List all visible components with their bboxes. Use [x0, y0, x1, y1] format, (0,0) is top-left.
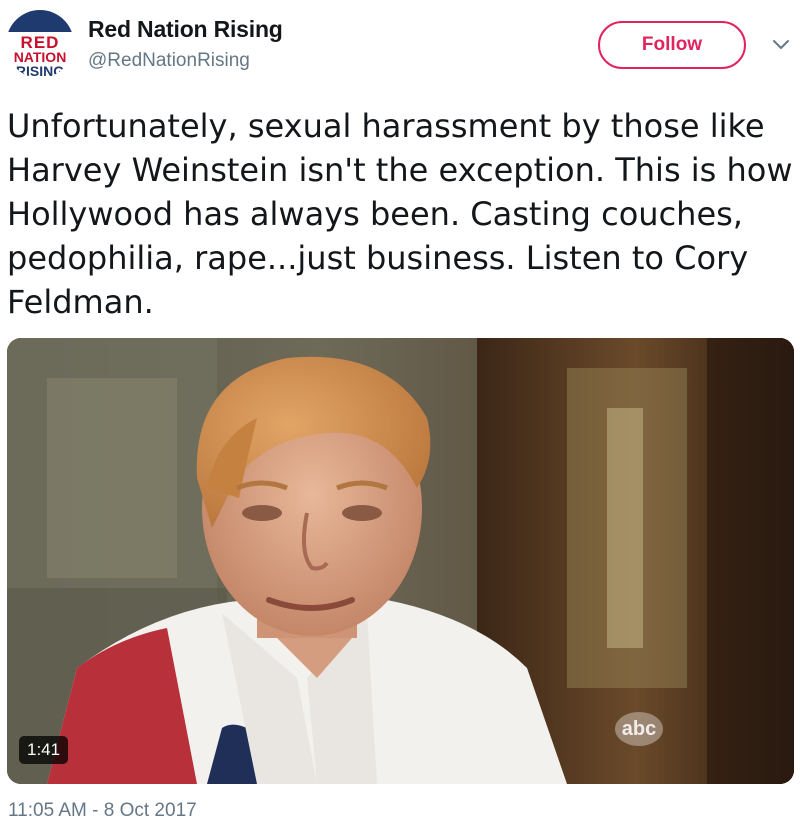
display-name[interactable]: Red Nation Rising [88, 16, 283, 43]
chevron-down-icon[interactable] [770, 34, 792, 56]
tweet-card: RED NATION RISING Red Nation Rising @Red… [0, 0, 800, 840]
abc-watermark: abc [615, 712, 663, 746]
avatar-text-rising: RISING [16, 63, 64, 78]
avatar-logo: RED NATION RISING [6, 10, 74, 78]
user-handle[interactable]: @RedNationRising [88, 50, 250, 72]
tweet-text: Unfortunately, sexual harassment by thos… [7, 107, 793, 321]
video-duration-badge: 1:41 [19, 736, 69, 764]
avatar[interactable]: RED NATION RISING [6, 10, 74, 78]
video-player[interactable]: abc 1:41 [7, 338, 794, 784]
follow-button[interactable]: Follow [598, 21, 746, 69]
video-thumbnail [7, 338, 794, 784]
tweet-timestamp[interactable]: 11:05 AM - 8 Oct 2017 [8, 800, 197, 822]
